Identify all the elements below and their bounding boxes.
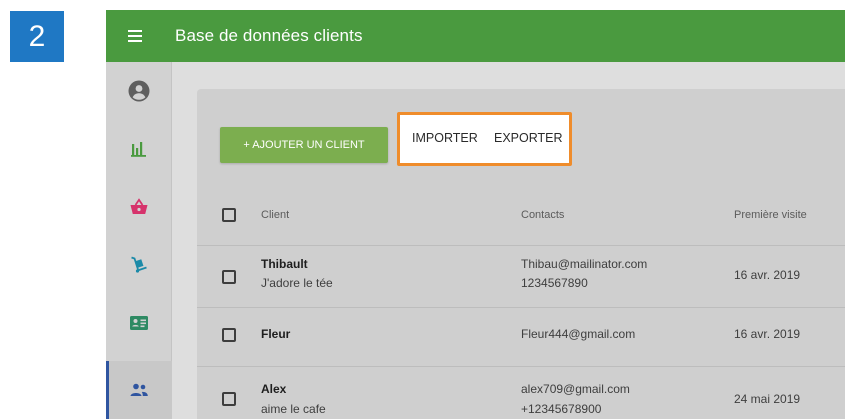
import-button[interactable]: IMPORTER [412, 131, 478, 145]
client-phone: 1234567890 [521, 276, 588, 290]
first-visit-date: 24 mai 2019 [734, 392, 801, 406]
app-header: Base de données clients [106, 10, 845, 62]
hamburger-icon [128, 30, 142, 42]
first-visit-date: 16 avr. 2019 [734, 327, 801, 341]
sidebar-item-clients[interactable] [106, 361, 172, 419]
first-visit-date: 16 avr. 2019 [734, 268, 801, 282]
add-client-button[interactable]: + AJOUTER UN CLIENT [220, 127, 388, 163]
sidebar-item-sales[interactable] [106, 178, 172, 236]
client-name[interactable]: Fleur [261, 327, 290, 341]
clients-card: + AJOUTER UN CLIENT IMPORTER EXPORTER Cl… [197, 89, 845, 419]
shopping-basket-icon [130, 198, 148, 214]
row-checkbox[interactable] [222, 328, 236, 342]
sidebar [106, 62, 172, 419]
sidebar-item-delivery[interactable] [106, 236, 172, 294]
client-email: alex709@gmail.com [521, 382, 630, 396]
contact-card-icon [130, 316, 148, 330]
app-window: Base de données clients + AJOUTER UN CLI… [106, 10, 845, 419]
import-export-highlight: IMPORTER EXPORTER [397, 112, 572, 166]
export-button[interactable]: EXPORTER [494, 131, 563, 145]
sidebar-item-account[interactable] [106, 62, 172, 120]
client-phone: +12345678900 [521, 402, 602, 416]
client-name[interactable]: Thibault [261, 257, 308, 271]
hand-truck-icon [131, 256, 147, 273]
row-checkbox[interactable] [222, 392, 236, 406]
row-divider [197, 307, 845, 308]
account-circle-icon [128, 80, 150, 102]
app-title: Base de données clients [175, 26, 363, 45]
row-divider [197, 366, 845, 367]
people-icon [130, 383, 148, 396]
client-name[interactable]: Alex [261, 382, 286, 396]
client-note: J'adore le tée [261, 276, 333, 290]
menu-button[interactable] [128, 10, 162, 62]
bar-chart-icon [131, 142, 146, 157]
column-header-contacts[interactable]: Contacts [521, 209, 564, 221]
step-number-badge: 2 [10, 11, 64, 62]
row-checkbox[interactable] [222, 270, 236, 284]
client-email: Thibau@mailinator.com [521, 257, 648, 271]
main-content: + AJOUTER UN CLIENT IMPORTER EXPORTER Cl… [172, 62, 845, 419]
client-email: Fleur444@gmail.com [521, 327, 636, 341]
column-header-first-visit[interactable]: Première visite [734, 209, 807, 221]
column-header-client[interactable]: Client [261, 209, 289, 221]
sidebar-item-statistics[interactable] [106, 120, 172, 178]
select-all-checkbox[interactable] [222, 208, 236, 222]
sidebar-item-contacts[interactable] [106, 294, 172, 352]
client-note: aime le cafe [261, 402, 326, 416]
row-divider [197, 245, 845, 246]
